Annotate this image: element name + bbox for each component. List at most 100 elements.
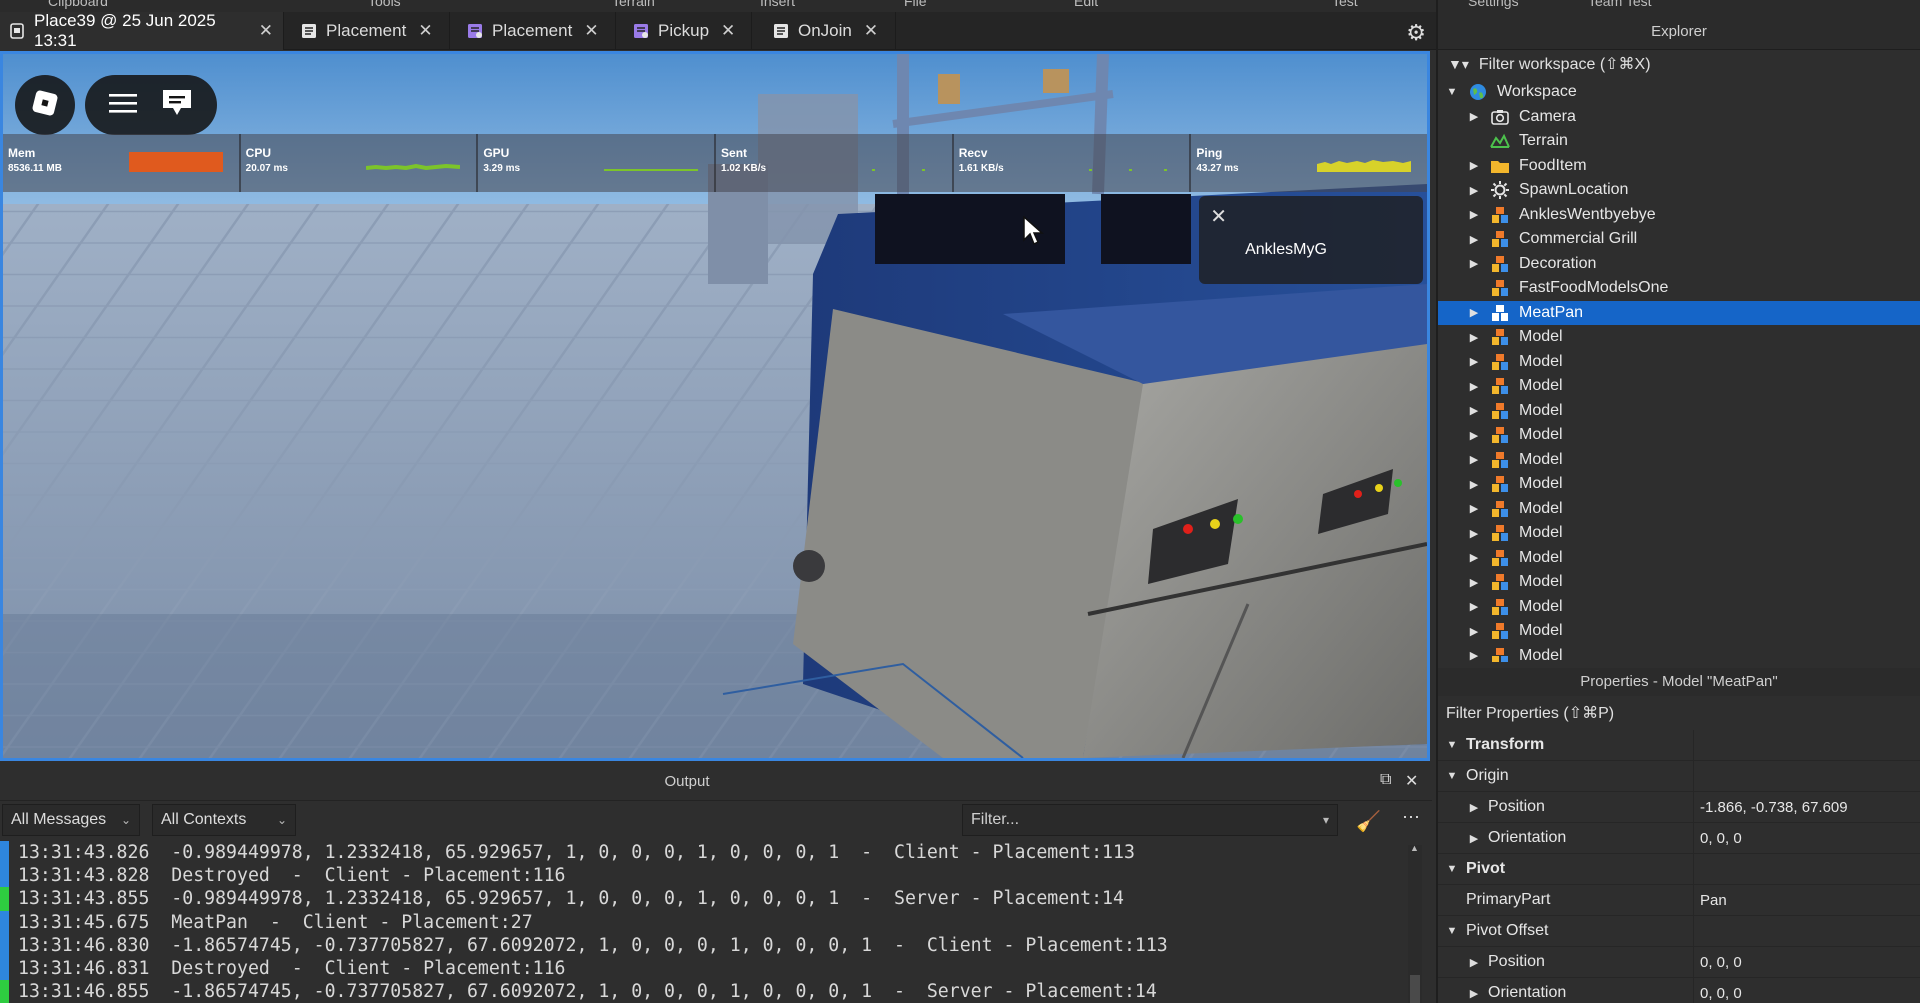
collapse-arrow-icon[interactable]: ▶ — [1468, 551, 1480, 564]
property-row-orientation[interactable]: ▶ Orientation 0, 0, 0 — [1438, 977, 1920, 1003]
stat-ping[interactable]: Ping 43.27 ms — [1191, 134, 1427, 192]
property-row-position[interactable]: ▶ Position -1.866, -0.738, 67.609 — [1438, 791, 1920, 823]
expand-arrow-icon[interactable]: ▼ — [1446, 86, 1458, 98]
collapse-arrow-icon[interactable]: ▶ — [1460, 801, 1488, 814]
undock-icon[interactable]: ⧉ — [1380, 771, 1391, 789]
expand-arrow-icon[interactable]: ▼ — [1438, 770, 1466, 782]
tab-placement-server[interactable]: Placement ✕ — [292, 12, 450, 50]
collapse-arrow-icon[interactable]: ▶ — [1468, 233, 1480, 246]
close-icon[interactable]: ✕ — [418, 21, 432, 41]
collapse-arrow-icon[interactable]: ▶ — [1460, 987, 1488, 1000]
collapse-arrow-icon[interactable]: ▶ — [1468, 527, 1480, 540]
scroll-up-icon[interactable]: ▲ — [1410, 843, 1419, 853]
log-line[interactable]: 13:31:43.826 -0.989449978, 1.2332418, 65… — [0, 841, 1410, 865]
collapse-arrow-icon[interactable]: ▶ — [1468, 600, 1480, 613]
close-icon[interactable]: ✕ — [259, 21, 273, 41]
explorer-node-model[interactable]: ▶ Model — [1438, 546, 1920, 571]
log-line[interactable]: 13:31:46.831 Destroyed - Client - Placem… — [0, 956, 1410, 981]
collapse-arrow-icon[interactable]: ▶ — [1468, 331, 1480, 344]
hamburger-menu-icon[interactable] — [109, 92, 137, 119]
explorer-node-model[interactable]: ▶ Model — [1438, 644, 1920, 662]
tab-place[interactable]: Place39 @ 25 Jun 2025 13:31 ✕ — [0, 11, 284, 50]
explorer-node-model[interactable]: ▶ Model — [1438, 448, 1920, 473]
output-log[interactable]: 13:31:43.826 -0.989449978, 1.2332418, 65… — [0, 841, 1410, 1003]
explorer-node-model[interactable]: ▶ Model — [1438, 350, 1920, 375]
clear-output-icon[interactable]: 🧹 — [1356, 809, 1381, 834]
collapse-arrow-icon[interactable]: ▶ — [1468, 355, 1480, 368]
tab-placement-local[interactable]: Placement ✕ — [458, 12, 616, 50]
property-row-primarypart[interactable]: PrimaryPart Pan — [1438, 884, 1920, 916]
property-row-position[interactable]: ▶ Position 0, 0, 0 — [1438, 946, 1920, 978]
ribbon-settings[interactable]: Settings — [1468, 0, 1519, 9]
collapse-arrow-icon[interactable]: ▶ — [1468, 184, 1480, 197]
messages-filter-dropdown[interactable]: All Messages ⌄ — [2, 804, 140, 836]
expand-arrow-icon[interactable]: ▼ — [1438, 863, 1466, 875]
ribbon-tools[interactable]: Tools — [368, 0, 401, 9]
collapse-arrow-icon[interactable]: ▶ — [1468, 429, 1480, 442]
property-value[interactable]: 0, 0, 0 — [1694, 985, 1742, 1002]
ribbon-test[interactable]: Test — [1332, 0, 1358, 9]
ribbon-insert[interactable]: Insert — [760, 0, 795, 9]
explorer-node-workspace[interactable]: ▼ Workspace — [1438, 80, 1920, 105]
ribbon-file[interactable]: File — [904, 0, 927, 9]
property-row-transform[interactable]: ▼ Transform — [1438, 730, 1920, 761]
stat-recv[interactable]: Recv 1.61 KB/s — [954, 134, 1192, 192]
property-row-origin[interactable]: ▼ Origin — [1438, 760, 1920, 792]
stat-mem[interactable]: Mem 8536.11 MB — [3, 134, 241, 192]
explorer-node-model[interactable]: ▶ Model — [1438, 497, 1920, 522]
expand-arrow-icon[interactable]: ▼ — [1438, 925, 1466, 937]
filter-icon[interactable]: ▼▾ — [1448, 56, 1469, 73]
game-viewport[interactable]: Mem 8536.11 MB CPU 20.07 ms GPU 3.29 ms … — [0, 51, 1430, 761]
scrollbar-thumb[interactable] — [1410, 975, 1420, 1003]
property-value[interactable]: 0, 0, 0 — [1694, 830, 1742, 847]
roblox-menu-button[interactable] — [15, 75, 75, 135]
contexts-filter-dropdown[interactable]: All Contexts ⌄ — [152, 804, 296, 836]
stat-sent[interactable]: Sent 1.02 KB/s — [716, 134, 954, 192]
explorer-node-model[interactable]: ▶ Model — [1438, 595, 1920, 620]
collapse-arrow-icon[interactable]: ▶ — [1460, 832, 1488, 845]
chat-icon[interactable] — [161, 88, 193, 123]
explorer-node-model[interactable]: ▶ Model — [1438, 619, 1920, 644]
ribbon-edit[interactable]: Edit — [1074, 0, 1098, 9]
explorer-node-spawnlocation[interactable]: ▶ SpawnLocation — [1438, 178, 1920, 203]
collapse-arrow-icon[interactable]: ▶ — [1468, 404, 1480, 417]
explorer-node-model[interactable]: ▶ Model — [1438, 399, 1920, 424]
properties-filter[interactable]: Filter Properties (⇧⌘P) — [1446, 703, 1614, 723]
explorer-node-ankleswentbyebye[interactable]: ▶ AnklesWentbyebye — [1438, 203, 1920, 228]
log-line[interactable]: 13:31:43.828 Destroyed - Client - Placem… — [0, 864, 1410, 888]
property-value[interactable]: -1.866, -0.738, 67.609 — [1694, 799, 1848, 816]
explorer-node-model[interactable]: ▶ Model — [1438, 521, 1920, 546]
explorer-node-fooditem[interactable]: ▶ FoodItem — [1438, 154, 1920, 179]
output-scrollbar[interactable]: ▲ — [1408, 843, 1422, 1003]
collapse-arrow-icon[interactable]: ▶ — [1468, 306, 1480, 319]
collapse-arrow-icon[interactable]: ▶ — [1468, 478, 1480, 491]
explorer-filter[interactable]: ▼▾ Filter workspace (⇧⌘X) — [1448, 52, 1651, 76]
collapse-arrow-icon[interactable]: ▶ — [1468, 380, 1480, 393]
explorer-node-model[interactable]: ▶ Model — [1438, 423, 1920, 448]
expand-arrow-icon[interactable]: ▼ — [1438, 739, 1466, 751]
ribbon-terrain[interactable]: Terrain — [612, 0, 655, 9]
gear-icon[interactable]: ⚙ — [1406, 20, 1426, 46]
output-filter-input[interactable]: Filter... ▾ — [962, 804, 1338, 836]
close-icon[interactable]: ✕ — [864, 21, 878, 41]
explorer-node-terrain[interactable]: Terrain — [1438, 129, 1920, 154]
explorer-node-fastfoodmodelsone[interactable]: FastFoodModelsOne — [1438, 276, 1920, 301]
stat-gpu[interactable]: GPU 3.29 ms — [478, 134, 717, 192]
ribbon-clipboard[interactable]: Clipboard — [48, 0, 108, 9]
close-icon[interactable]: ✕ — [584, 21, 598, 41]
ribbon-team-test[interactable]: Team Test — [1588, 0, 1652, 9]
close-icon[interactable]: ✕ — [1405, 771, 1418, 791]
tab-onjoin[interactable]: OnJoin ✕ — [764, 12, 896, 50]
log-line[interactable]: 13:31:43.855 -0.989449978, 1.2332418, 65… — [0, 887, 1410, 911]
close-icon[interactable]: ✕ — [721, 21, 735, 41]
collapse-arrow-icon[interactable]: ▶ — [1468, 257, 1480, 270]
property-value[interactable]: Pan — [1694, 892, 1727, 909]
explorer-node-camera[interactable]: ▶ Camera — [1438, 105, 1920, 130]
explorer-node-model[interactable]: ▶ Model — [1438, 374, 1920, 399]
explorer-node-model[interactable]: ▶ Model — [1438, 570, 1920, 595]
property-row-orientation[interactable]: ▶ Orientation 0, 0, 0 — [1438, 822, 1920, 854]
log-line[interactable]: 13:31:45.675 MeatPan - Client - Placemen… — [0, 910, 1410, 934]
tab-pickup[interactable]: Pickup ✕ — [624, 12, 752, 50]
explorer-node-model[interactable]: ▶ Model — [1438, 325, 1920, 350]
collapse-arrow-icon[interactable]: ▶ — [1460, 956, 1488, 969]
